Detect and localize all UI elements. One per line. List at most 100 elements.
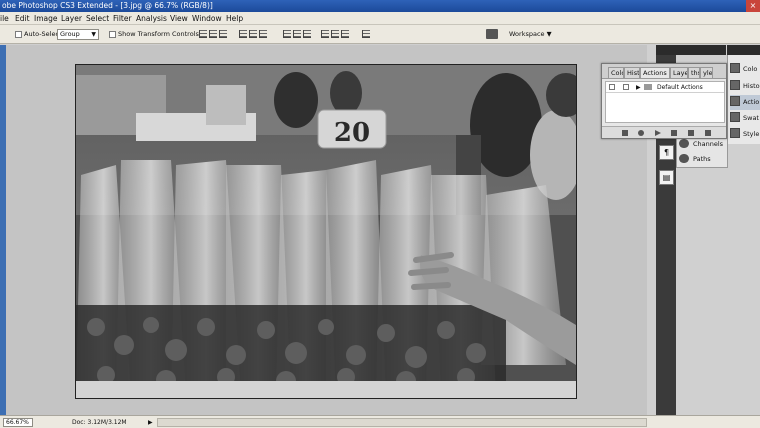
action-set-row[interactable]: ▶ Default Actions [606,82,724,93]
channels-label: Channels [693,140,724,148]
price-sign-text: 20 [334,118,370,148]
menu-file[interactable]: ile [0,12,9,25]
menu-layer[interactable]: Layer [61,12,82,25]
workspace-icon[interactable] [486,29,498,39]
paths-panel-tab[interactable]: Paths [679,152,711,166]
menu-select[interactable]: Select [86,12,109,25]
menu-edit[interactable]: Edit [15,12,30,25]
panel-color[interactable]: Colo [730,62,760,77]
channels-paths-panel: Channels Paths [676,135,728,168]
title-bar: obe Photoshop CS3 Extended - [3.jpg @ 66… [0,0,760,12]
actions-icon [730,96,740,106]
panel-histogram-label: Histo [743,82,760,90]
menu-help[interactable]: Help [226,12,243,25]
align-top-icon[interactable] [199,30,207,38]
expand-triangle-icon[interactable]: ▶ [636,82,641,93]
tab-color[interactable]: Colo [608,67,624,78]
chevron-down-icon: ▼ [91,31,96,38]
actions-list: ▶ Default Actions [605,81,725,123]
align-horizontal-buttons[interactable] [239,30,269,39]
folder-icon [644,84,652,90]
workspace-menu[interactable]: Workspace ▼ [509,29,552,40]
auto-align-icon[interactable] [362,30,370,38]
distribute-horizontal-buttons[interactable] [321,30,351,39]
status-menu-arrow-icon[interactable]: ▶ [148,418,153,427]
record-icon[interactable] [638,130,644,136]
panel-swatches-label: Swat [743,114,759,122]
photo-image: 20 [76,65,576,398]
distribute-center-icon[interactable] [331,30,339,38]
color-icon [730,63,740,73]
play-icon[interactable] [655,130,661,136]
close-icon: × [749,1,757,10]
dialog-toggle-checkbox[interactable] [623,84,629,90]
menu-analysis[interactable]: Analysis [136,12,167,25]
menu-view[interactable]: View [170,12,188,25]
window-title: obe Photoshop CS3 Extended - [3.jpg @ 66… [2,1,213,10]
tab-styles[interactable]: yles [700,67,713,78]
close-window-button[interactable]: × [746,0,760,12]
distribute-vertical-buttons[interactable] [283,30,313,39]
document-size: Doc: 3.12M/3.12M [72,419,127,426]
align-buttons[interactable] [199,30,229,39]
align-left-icon[interactable] [239,30,247,38]
action-set-name: Default Actions [657,84,703,91]
panel-styles[interactable]: Style [730,127,760,142]
swatches-icon [730,112,740,122]
status-bar: 66.67% Doc: 3.12M/3.12M ▶ [0,415,760,428]
actions-panel-footer [602,126,726,138]
collapsed-panels: Colo Histo Actio Swat Style [727,55,760,144]
actions-panel-tabs: Colo Hist Actions × Layers ths yles [602,64,726,79]
distribute-right-icon[interactable] [341,30,349,38]
tab-actions[interactable]: Actions × [640,67,670,78]
styles-icon [730,128,740,138]
options-bar: Auto-Select: Group ▼ Show Transform Cont… [0,25,760,44]
auto-align-button[interactable] [362,30,372,39]
distribute-bottom-icon[interactable] [303,30,311,38]
tab-layers[interactable]: Layers [670,67,688,78]
dock-header-right[interactable] [727,45,760,55]
actions-panel: Colo Hist Actions × Layers ths yles ▶ De… [601,63,727,139]
tab-histogram[interactable]: Hist [624,67,640,78]
panel-histogram[interactable]: Histo [730,79,760,94]
panel-actions-label: Actio [743,98,760,106]
show-transform-label: Show Transform Controls [118,30,199,38]
channels-panel-tab[interactable]: Channels [679,137,723,151]
new-set-icon[interactable] [671,130,677,136]
histogram-icon [730,80,740,90]
paths-label: Paths [693,155,711,163]
align-middle-icon[interactable] [209,30,217,38]
auto-select-checkbox[interactable] [15,31,22,38]
horizontal-scrollbar[interactable] [157,418,647,427]
panel-styles-label: Style [743,130,760,138]
stop-icon[interactable] [622,130,628,136]
menu-bar: ile Edit Image Layer Select Filter Analy… [0,12,760,25]
menu-image[interactable]: Image [34,12,58,25]
paths-icon [679,154,689,163]
panel-actions[interactable]: Actio [730,95,760,110]
distribute-top-icon[interactable] [283,30,291,38]
distribute-middle-icon[interactable] [293,30,301,38]
menu-window[interactable]: Window [192,12,222,25]
toggle-item-checkbox[interactable] [609,84,615,90]
tab-paths[interactable]: ths [688,67,700,78]
paragraph-icon[interactable]: ¶ [659,145,674,160]
panel-color-label: Colo [743,65,758,73]
channels-icon [679,139,689,148]
menu-filter[interactable]: Filter [113,12,132,25]
align-center-icon[interactable] [249,30,257,38]
zoom-field[interactable]: 66.67% [3,418,33,427]
workspace-label: Workspace [509,30,545,38]
show-transform-checkbox[interactable] [109,31,116,38]
auto-select-value: Group [60,30,80,38]
document-canvas[interactable]: 20 [75,64,577,399]
distribute-left-icon[interactable] [321,30,329,38]
panel-swatches[interactable]: Swat [730,111,760,126]
dock-header[interactable] [656,45,726,55]
auto-select-dropdown[interactable]: Group ▼ [57,29,99,40]
align-bottom-icon[interactable] [219,30,227,38]
new-action-icon[interactable] [688,130,694,136]
align-right-icon[interactable] [259,30,267,38]
delete-icon[interactable] [705,130,711,136]
notes-icon[interactable]: ▤ [659,170,674,185]
